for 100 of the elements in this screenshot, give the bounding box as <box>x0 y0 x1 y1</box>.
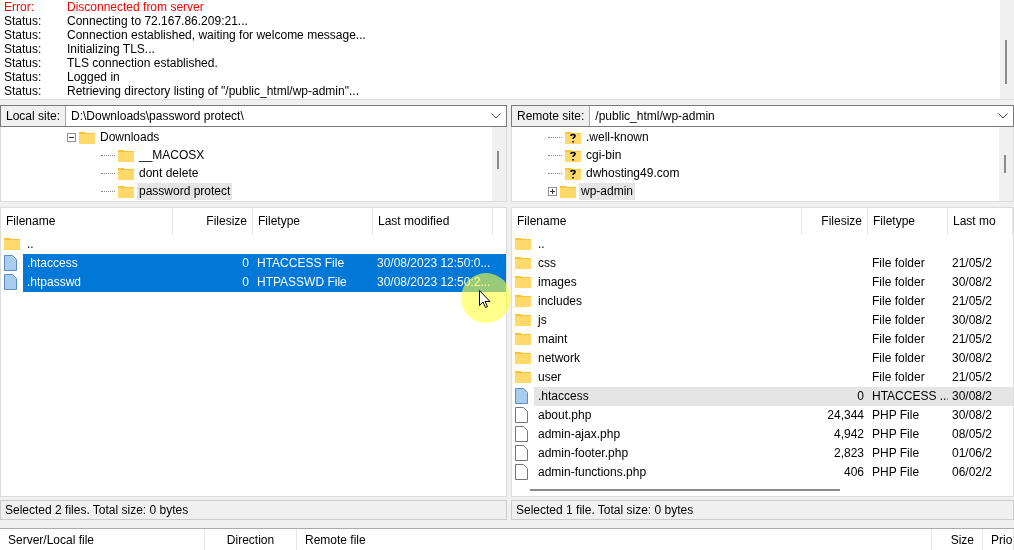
file-row[interactable]: user File folder 21/05/2 <box>534 368 1013 387</box>
column-header[interactable]: Remote file <box>297 529 932 550</box>
file-row[interactable]: maint File folder 21/05/2 <box>534 330 1013 349</box>
tree-item[interactable]: wp-admin <box>579 182 636 200</box>
selection-status: Selected 1 file. Total size: 0 bytes <box>511 500 1014 520</box>
column-header[interactable]: Last modified <box>373 208 493 235</box>
file-type: HTACCESS File <box>256 255 346 272</box>
folder-icon <box>79 130 95 144</box>
tree-item[interactable]: cgi-bin <box>584 146 624 164</box>
file-row[interactable]: network File folder 30/08/2 <box>534 349 1013 368</box>
file-row[interactable]: images File folder 30/08/2 <box>534 273 1013 292</box>
folder-icon <box>560 184 576 198</box>
tree-item[interactable]: password protect <box>137 182 233 200</box>
file-modified: 30/08/2023 12:50:0... <box>376 255 492 272</box>
file-size: 406 <box>842 464 865 481</box>
file-type: HTACCESS ... <box>871 388 948 405</box>
folder-icon <box>118 148 134 162</box>
tree-item[interactable]: .well-known <box>584 128 651 146</box>
folder-icon <box>4 236 20 250</box>
log-message: Initializing TLS... <box>67 42 156 56</box>
column-header[interactable]: Server/Local file <box>0 529 205 550</box>
scrollbar-thumb[interactable] <box>530 489 840 491</box>
column-header[interactable]: Filetype <box>253 208 373 235</box>
log-message: Connecting to 72.167.86.209:21... <box>67 14 249 28</box>
file-modified: 08/05/2 <box>951 426 994 443</box>
file-size: 0 <box>241 274 250 291</box>
scrollbar-thumb[interactable] <box>1004 155 1006 173</box>
file-modified: 21/05/2 <box>951 293 994 310</box>
file-type: File folder <box>871 274 926 291</box>
column-header[interactable]: Filename <box>1 208 173 235</box>
file-modified: 21/05/2 <box>951 255 994 272</box>
file-icon <box>515 426 528 442</box>
unknown-folder-icon <box>565 130 581 144</box>
file-icon <box>515 464 528 480</box>
file-type: PHP File <box>871 445 921 462</box>
file-row[interactable]: admin-functions.php 406 PHP File 06/02/2 <box>534 463 1013 482</box>
file-row[interactable]: css File folder 21/05/2 <box>534 254 1013 273</box>
file-row[interactable]: about.php 24,344 PHP File 30/08/2 <box>534 406 1013 425</box>
tree-item[interactable]: dont delete <box>137 164 201 182</box>
file-icon <box>515 445 528 461</box>
collapse-icon[interactable] <box>67 132 76 142</box>
file-name: admin-footer.php <box>537 445 630 462</box>
file-modified: 01/06/2 <box>951 445 994 462</box>
file-name: includes <box>537 293 584 310</box>
scrollbar-thumb[interactable] <box>497 151 499 169</box>
file-row[interactable]: admin-ajax.php 4,942 PHP File 08/05/2 <box>534 425 1013 444</box>
folder-icon <box>515 369 531 383</box>
file-row[interactable]: js File folder 30/08/2 <box>534 311 1013 330</box>
file-row[interactable]: includes File folder 21/05/2 <box>534 292 1013 311</box>
file-modified: 06/02/2 <box>951 464 994 481</box>
column-header[interactable]: Filetype <box>868 208 948 235</box>
tree-item[interactable]: Downloads <box>98 128 162 146</box>
file-name: admin-functions.php <box>537 464 648 481</box>
file-name: network <box>537 350 582 367</box>
file-modified: 21/05/2 <box>951 331 994 348</box>
column-header[interactable]: Size <box>932 529 983 550</box>
file-row[interactable]: admin-footer.php 2,823 PHP File 01/06/2 <box>534 444 1013 463</box>
file-row[interactable]: .. <box>534 235 1013 254</box>
column-header[interactable]: Last mo <box>948 208 1013 235</box>
tree-item[interactable]: __MACOSX <box>137 146 207 164</box>
column-header[interactable]: Filesize <box>802 208 868 235</box>
file-size: 4,942 <box>832 426 865 443</box>
log-label: Status: <box>4 42 43 56</box>
column-header[interactable]: Prio <box>983 529 1014 550</box>
log-label: Status: <box>4 84 43 98</box>
folder-icon <box>515 255 531 269</box>
column-header[interactable]: Filesize <box>173 208 253 235</box>
file-icon <box>4 274 17 290</box>
file-name: .htaccess <box>26 255 79 272</box>
file-modified: 30/08/2 <box>951 407 994 424</box>
file-modified: 30/08/2 <box>951 274 994 291</box>
file-name: images <box>537 274 578 291</box>
log-label: Status: <box>4 56 43 70</box>
column-header[interactable]: Direction <box>205 529 297 550</box>
file-size: 2,823 <box>832 445 865 462</box>
file-name: .. <box>26 236 35 253</box>
file-name: .. <box>537 236 546 253</box>
folder-icon <box>515 293 531 307</box>
file-type: PHP File <box>871 407 921 424</box>
file-icon <box>515 388 528 404</box>
log-label: Status: <box>4 28 43 42</box>
expand-icon[interactable] <box>548 186 557 196</box>
file-type: File folder <box>871 255 926 272</box>
scrollbar-thumb[interactable] <box>1005 40 1007 84</box>
column-header[interactable]: Filename <box>512 208 802 235</box>
tree-item[interactable]: dwhosting49.com <box>584 164 682 182</box>
file-type: File folder <box>871 350 926 367</box>
unknown-folder-icon <box>565 148 581 162</box>
folder-icon <box>515 274 531 288</box>
file-type: HTPASSWD File <box>256 274 348 291</box>
file-row[interactable]: .. <box>23 235 506 254</box>
file-name: js <box>536 312 548 329</box>
file-type: File folder <box>871 293 926 310</box>
file-icon <box>515 407 528 423</box>
log-label: Error: <box>4 0 35 14</box>
file-name: .htaccess <box>537 388 590 405</box>
folder-icon <box>515 350 531 364</box>
file-name: about.php <box>537 407 593 424</box>
file-size: 0 <box>856 388 865 405</box>
file-type: File folder <box>871 331 926 348</box>
